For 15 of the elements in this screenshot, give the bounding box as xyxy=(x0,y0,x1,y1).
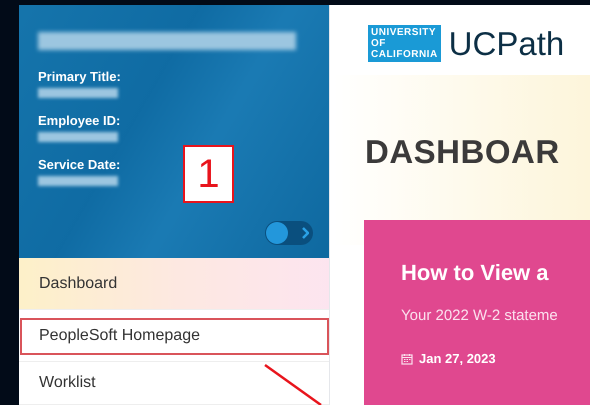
card-title: How to View a xyxy=(401,262,550,284)
page-heading: DASHBOAR xyxy=(364,135,561,168)
annotation-number: 1 xyxy=(183,145,234,203)
toggle-switch[interactable] xyxy=(265,221,313,245)
field-label: Primary Title: xyxy=(38,70,122,83)
app-name: UCPath xyxy=(448,27,564,60)
calendar-icon xyxy=(401,352,413,365)
logo: UNIVERSITY OF CALIFORNIA xyxy=(368,25,441,62)
annotation-line xyxy=(263,363,323,405)
field-label: Service Date: xyxy=(38,158,122,171)
nav-item[interactable]: Dashboard xyxy=(19,258,329,310)
field-label: Employee ID: xyxy=(38,114,122,127)
chevron-right-icon xyxy=(301,227,309,239)
card-date: Jan 27, 2023 xyxy=(419,350,496,368)
card-text: Your 2022 W-2 stateme xyxy=(401,308,559,323)
